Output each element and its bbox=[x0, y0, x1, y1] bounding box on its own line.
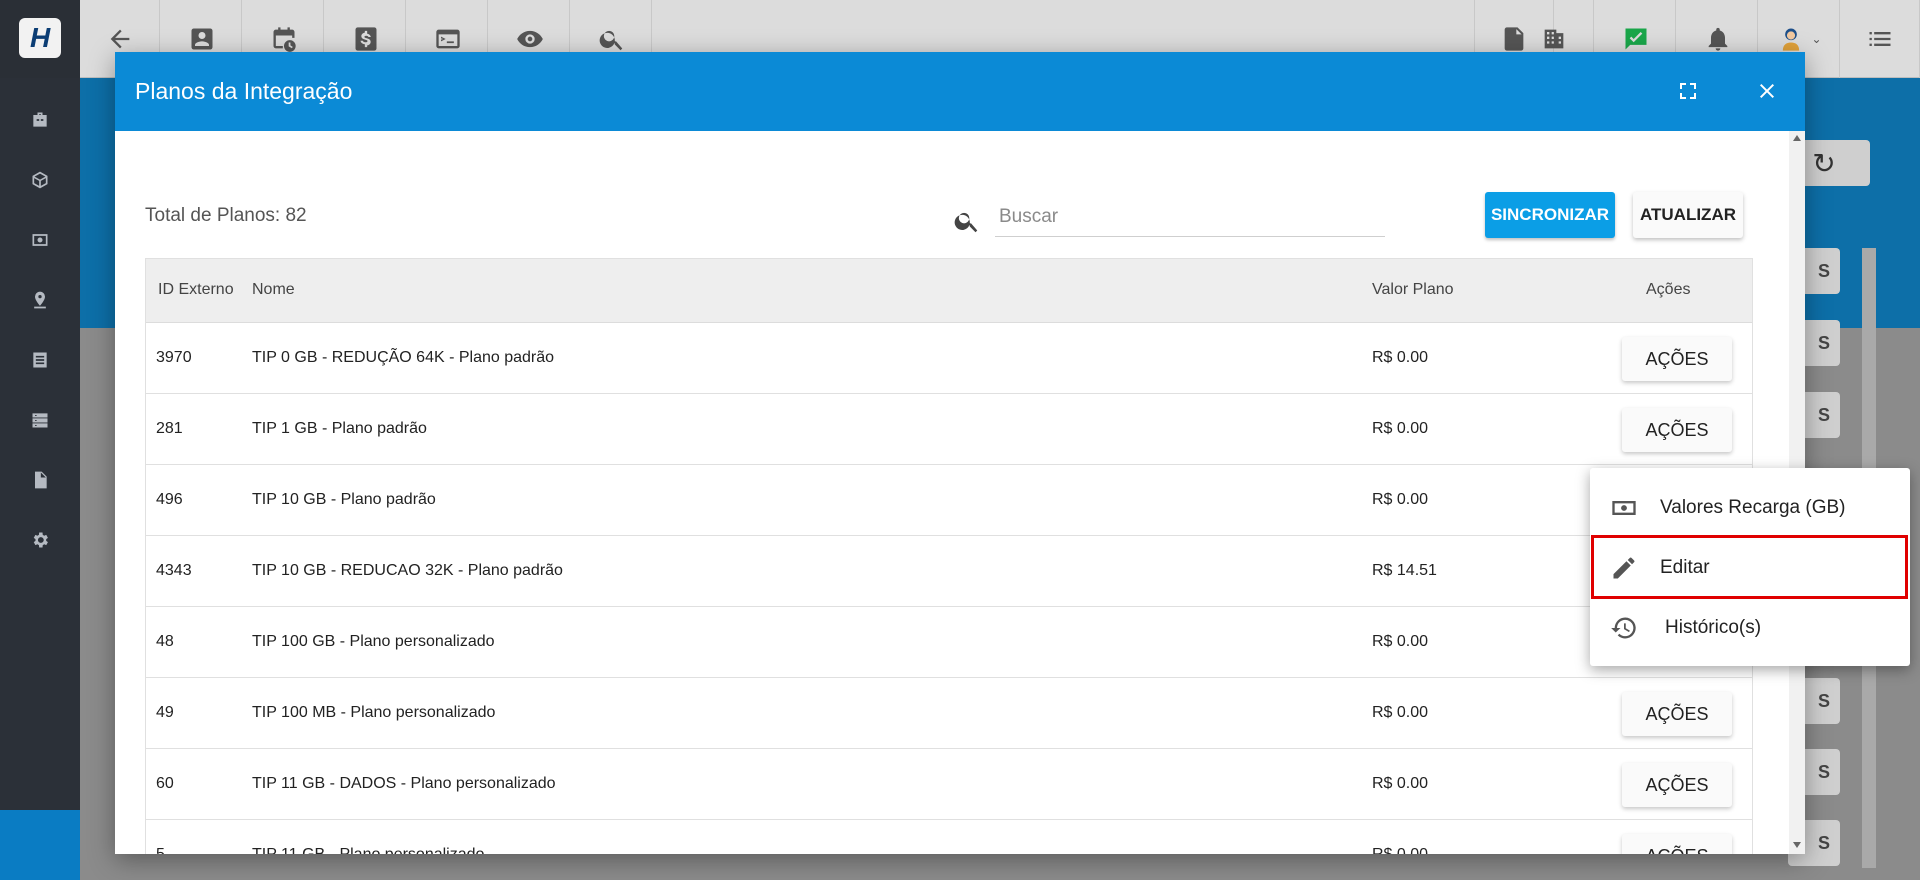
table-row: 49 TIP 100 MB - Plano personalizado R$ 0.0… bbox=[146, 678, 1752, 749]
table-row: 3970 TIP 0 GB - REDUÇÃO 64K - Plano padrã… bbox=[146, 323, 1752, 394]
table-row: 4343 TIP 10 GB - REDUCAO 32K - Plano padr… bbox=[146, 536, 1752, 607]
search-icon bbox=[953, 207, 981, 235]
cell-id: 49 bbox=[156, 704, 174, 721]
cell-name: TIP 0 GB - REDUÇÃO 64K - Plano padrão bbox=[252, 349, 555, 366]
fullscreen-icon[interactable] bbox=[1673, 76, 1703, 106]
cell-value: R$ 0.00 bbox=[1372, 420, 1429, 437]
money-icon bbox=[32, 234, 48, 246]
cell-name: TIP 100 GB - Plano personalizado bbox=[252, 633, 495, 650]
cell-id: 281 bbox=[156, 420, 183, 437]
menu-item-recharge-values[interactable]: Valores Recarga (GB) bbox=[1590, 478, 1910, 538]
actions-button[interactable]: AÇÕES bbox=[1622, 834, 1732, 854]
actions-button[interactable]: AÇÕES bbox=[1622, 408, 1732, 452]
menu-item-label: Valores Recarga (GB) bbox=[1660, 497, 1846, 518]
cell-id: 48 bbox=[156, 633, 174, 650]
cell-value: R$ 0.00 bbox=[1372, 633, 1429, 650]
cell-value: R$ 0.00 bbox=[1372, 349, 1429, 366]
sidebar-active-indicator bbox=[0, 810, 80, 880]
table-header: ID Externo Nome Valor Plano Ações bbox=[146, 259, 1752, 323]
cell-value: R$ 0.00 bbox=[1372, 491, 1429, 508]
sync-button[interactable]: SINCRONIZAR bbox=[1485, 192, 1615, 238]
total-plans-label: Total de Planos: 82 bbox=[145, 205, 307, 226]
map-pin-icon bbox=[34, 291, 46, 309]
cell-name: TIP 10 GB - Plano padrão bbox=[252, 491, 436, 508]
history-icon bbox=[1610, 614, 1638, 642]
plans-modal: Planos da Integração Total de Planos: 82… bbox=[115, 52, 1805, 854]
sidebar-item-locations[interactable] bbox=[0, 270, 80, 330]
cell-id: 496 bbox=[156, 491, 183, 508]
sidebar-item-products[interactable] bbox=[0, 150, 80, 210]
table-row: 496 TIP 10 GB - Plano padrão R$ 0.00 bbox=[146, 465, 1752, 536]
table-row: 48 TIP 100 GB - Plano personalizado R$ 0.0… bbox=[146, 607, 1752, 678]
actions-button[interactable]: AÇÕES bbox=[1622, 337, 1732, 381]
close-icon[interactable] bbox=[1752, 76, 1782, 106]
chevron-down-icon: ⌄ bbox=[1811, 32, 1822, 46]
header-id: ID Externo bbox=[158, 281, 234, 298]
app-logo[interactable]: H bbox=[0, 0, 80, 78]
cell-name: TIP 1 GB - Plano padrão bbox=[252, 420, 427, 437]
cell-value: R$ 0.00 bbox=[1372, 704, 1429, 721]
server-icon bbox=[32, 413, 48, 428]
modal-title: Planos da Integração bbox=[135, 78, 353, 104]
header-value: Valor Plano bbox=[1372, 281, 1454, 298]
edit-highlight-box bbox=[1591, 535, 1908, 599]
logo-icon: H bbox=[19, 18, 61, 58]
header-actions: Ações bbox=[1646, 281, 1691, 298]
briefcase-icon bbox=[33, 112, 47, 127]
actions-button[interactable]: AÇÕES bbox=[1622, 692, 1732, 736]
menu-item-label: Histórico(s) bbox=[1665, 617, 1762, 638]
cell-name: TIP 11 GB - Plano personalizado bbox=[252, 846, 484, 854]
update-button[interactable]: ATUALIZAR bbox=[1633, 192, 1743, 238]
table-row: 5 TIP 11 GB - Plano personalizado R$ 0.00 A… bbox=[146, 820, 1752, 854]
actions-button[interactable]: AÇÕES bbox=[1622, 763, 1732, 807]
cell-name: TIP 100 MB - Plano personalizado bbox=[252, 704, 496, 721]
cell-name: TIP 10 GB - REDUCAO 32K - Plano padrão bbox=[252, 562, 563, 579]
table-row: 60 TIP 11 GB - DADOS - Plano personalizad… bbox=[146, 749, 1752, 820]
cube-icon bbox=[32, 171, 48, 189]
search-input[interactable] bbox=[995, 197, 1385, 237]
sidebar-item-documents[interactable] bbox=[0, 450, 80, 510]
cell-value: R$ 0.00 bbox=[1372, 846, 1428, 854]
sidebar-item-finance[interactable] bbox=[0, 210, 80, 270]
cell-id: 3970 bbox=[156, 349, 192, 366]
sidebar-item-dashboard[interactable] bbox=[0, 90, 80, 150]
document-icon bbox=[35, 471, 47, 489]
sidebar-item-settings[interactable] bbox=[0, 510, 80, 570]
cell-id: 4343 bbox=[156, 562, 192, 579]
header-name: Nome bbox=[252, 281, 295, 298]
money-icon bbox=[1610, 494, 1638, 522]
menu-list-icon[interactable] bbox=[1840, 0, 1920, 78]
list-icon bbox=[33, 352, 47, 368]
cell-name: TIP 11 GB - DADOS - Plano personalizado bbox=[252, 775, 556, 792]
menu-item-history[interactable]: Histórico(s) bbox=[1590, 598, 1910, 658]
table-row: 281 TIP 1 GB - Plano padrão R$ 0.00 AÇÕES bbox=[146, 394, 1752, 465]
modal-header: Planos da Integração bbox=[115, 52, 1805, 131]
cell-id: 5 bbox=[156, 846, 165, 854]
scroll-up-arrow-icon[interactable] bbox=[1793, 135, 1801, 141]
gear-icon bbox=[33, 532, 48, 548]
sidebar bbox=[0, 78, 80, 880]
sidebar-item-servers[interactable] bbox=[0, 390, 80, 450]
cell-value: R$ 0.00 bbox=[1372, 775, 1429, 792]
scroll-down-arrow-icon[interactable] bbox=[1793, 842, 1801, 848]
modal-body: Total de Planos: 82 SINCRONIZAR ATUALIZA… bbox=[115, 131, 1789, 854]
cell-value: R$ 14.51 bbox=[1372, 562, 1437, 579]
sidebar-item-lists[interactable] bbox=[0, 330, 80, 390]
cell-id: 60 bbox=[156, 775, 174, 792]
plans-table: ID Externo Nome Valor Plano Ações 3970 TI… bbox=[145, 258, 1753, 854]
